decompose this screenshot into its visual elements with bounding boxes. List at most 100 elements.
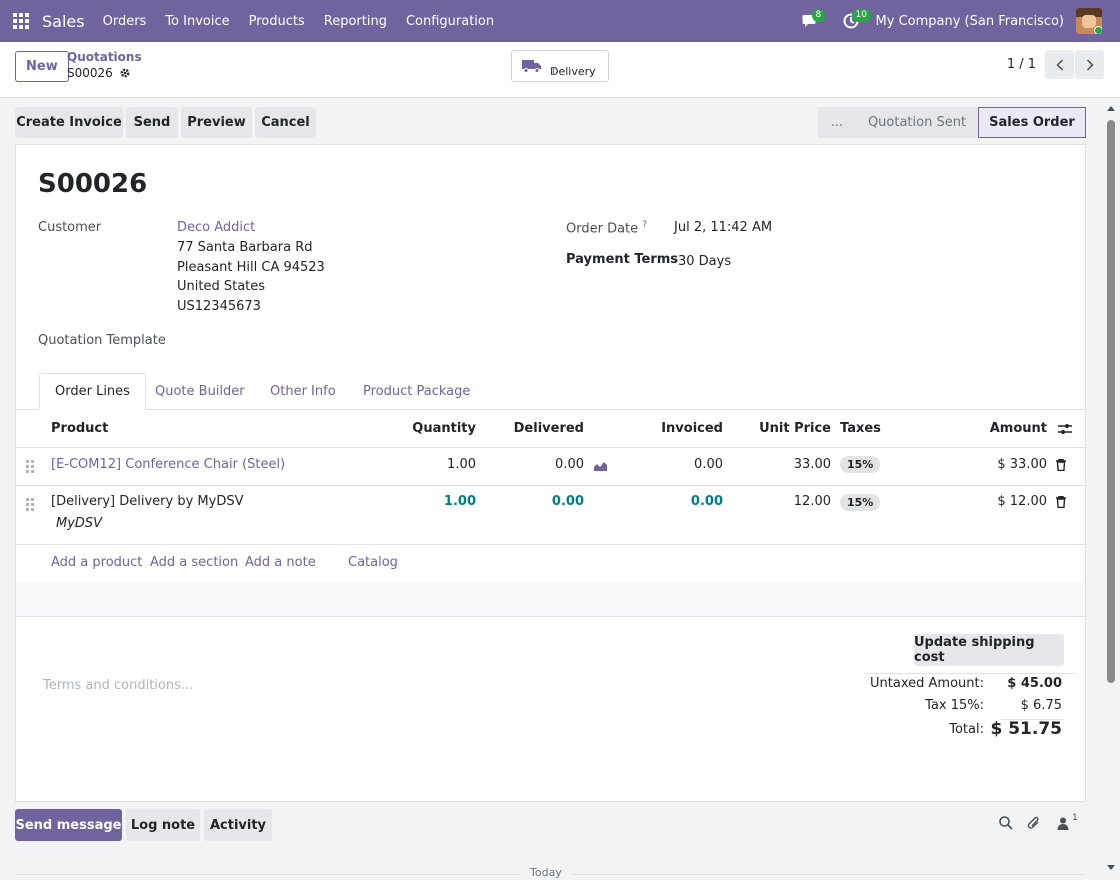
add-note-link[interactable]: Add a note xyxy=(245,555,316,570)
separator-line xyxy=(15,874,520,875)
column-settings-icon[interactable] xyxy=(1058,423,1072,435)
paperclip-icon[interactable] xyxy=(1027,816,1041,831)
total-label: Total: xyxy=(949,722,984,737)
menu-orders[interactable]: Orders xyxy=(103,14,147,29)
row-product[interactable]: [Delivery] Delivery by MyDSV xyxy=(51,494,243,509)
table-footer xyxy=(16,582,1085,617)
stage-quotation-sent[interactable]: Quotation Sent xyxy=(856,107,978,138)
add-product-link[interactable]: Add a product xyxy=(51,555,142,570)
page-scrollbar[interactable] xyxy=(1106,104,1116,876)
create-invoice-button[interactable]: Create Invoice xyxy=(15,107,123,138)
record-name: S00026 xyxy=(67,66,113,80)
stage-sales-order[interactable]: Sales Order xyxy=(978,107,1086,138)
col-quantity[interactable]: Quantity xyxy=(396,421,476,436)
row-product[interactable]: [E-COM12] Conference Chair (Steel) xyxy=(51,457,285,472)
app-name[interactable]: Sales xyxy=(42,12,85,31)
send-message-button[interactable]: Send message xyxy=(15,809,122,841)
messages-button[interactable]: 8 xyxy=(796,0,826,42)
tab-quote-builder[interactable]: Quote Builder xyxy=(140,373,260,410)
update-shipping-button[interactable]: Update shipping cost xyxy=(914,634,1064,666)
tab-product-package[interactable]: Product Package xyxy=(348,373,485,410)
activities-button[interactable]: 10 xyxy=(836,0,871,42)
payment-terms-value[interactable]: 30 Days xyxy=(678,254,731,269)
address-line-1: 77 Santa Barbara Rd xyxy=(177,240,313,255)
drag-handle-icon[interactable] xyxy=(26,498,34,511)
apps-menu-icon[interactable] xyxy=(0,0,42,42)
tab-other-info[interactable]: Other Info xyxy=(255,373,351,410)
table-row[interactable]: [E-COM12] Conference Chair (Steel) 1.00 … xyxy=(16,448,1085,486)
col-delivered[interactable]: Delivered xyxy=(496,421,584,436)
tab-order-lines[interactable]: Order Lines xyxy=(39,373,146,410)
cancel-button[interactable]: Cancel xyxy=(255,107,316,138)
scroll-down-icon[interactable] xyxy=(1106,864,1116,872)
menu-products[interactable]: Products xyxy=(249,14,305,29)
trash-icon[interactable] xyxy=(1056,459,1066,471)
preview-button[interactable]: Preview xyxy=(181,107,252,138)
order-date-label: Order Date ? xyxy=(566,220,648,237)
quotation-template-input[interactable] xyxy=(177,331,517,353)
untaxed-label: Untaxed Amount: xyxy=(870,676,984,691)
activity-button[interactable]: Activity xyxy=(204,809,272,841)
order-date-value[interactable]: Jul 2, 11:42 AM xyxy=(674,220,772,235)
activities-badge: 10 xyxy=(851,9,871,22)
send-button[interactable]: Send xyxy=(126,107,178,138)
address-line-2: Pleasant Hill CA 94523 xyxy=(177,260,325,275)
truck-icon xyxy=(522,60,541,73)
company-switcher[interactable]: My Company (San Francisco) xyxy=(876,14,1064,29)
terms-input[interactable]: Terms and conditions... xyxy=(43,678,193,693)
tax-badge[interactable]: 15% xyxy=(840,456,881,473)
total-value: $ 51.75 xyxy=(990,719,1062,739)
pager-next-button[interactable] xyxy=(1075,50,1104,79)
customer-name-link[interactable]: Deco Addict xyxy=(177,220,255,235)
order-title: S00026 xyxy=(38,169,148,199)
followers-count: 1 xyxy=(1072,813,1078,823)
help-icon[interactable]: ? xyxy=(642,220,647,230)
status-more-button[interactable]: ... xyxy=(818,107,856,138)
followers-icon[interactable] xyxy=(1057,817,1069,830)
menu-reporting[interactable]: Reporting xyxy=(324,14,387,29)
col-taxes[interactable]: Taxes xyxy=(840,421,881,436)
drag-handle-icon[interactable] xyxy=(26,460,34,473)
menu-to-invoice[interactable]: To Invoice xyxy=(165,14,229,29)
search-icon[interactable] xyxy=(999,816,1013,830)
pager-previous-button[interactable] xyxy=(1045,50,1074,79)
tax-badge[interactable]: 15% xyxy=(840,494,881,511)
tax-value: $ 6.75 xyxy=(1020,698,1062,713)
scroll-up-icon[interactable] xyxy=(1106,104,1116,112)
user-avatar[interactable] xyxy=(1076,8,1102,34)
row-amount: $ 12.00 xyxy=(997,494,1047,509)
address-line-3: United States xyxy=(177,279,266,294)
table-row[interactable]: [Delivery] Delivery by MyDSV MyDSV 1.00 … xyxy=(16,486,1085,545)
menu-configuration[interactable]: Configuration xyxy=(406,14,494,29)
row-unit-price[interactable]: 12.00 xyxy=(746,494,831,509)
tax-label: Tax 15%: xyxy=(925,698,984,713)
status-bar: ... Quotation Sent Sales Order xyxy=(818,107,1086,138)
top-navbar: Sales Orders To Invoice Products Reporti… xyxy=(0,0,1120,42)
totals-divider xyxy=(864,673,1076,674)
row-quantity[interactable]: 1.00 xyxy=(396,494,476,509)
form-tabs: Order Lines Quote Builder Other Info Pro… xyxy=(16,373,1085,410)
col-invoiced[interactable]: Invoiced xyxy=(636,421,723,436)
pager-value[interactable]: 1 / 1 xyxy=(1007,57,1036,72)
messages-badge: 8 xyxy=(811,9,826,22)
row-description: MyDSV xyxy=(56,516,103,531)
col-unit-price[interactable]: Unit Price xyxy=(746,421,831,436)
row-unit-price[interactable]: 33.00 xyxy=(746,457,831,472)
delivery-smart-button[interactable]: Delivery 1 xyxy=(511,50,609,82)
col-product[interactable]: Product xyxy=(51,421,108,436)
log-note-button[interactable]: Log note xyxy=(126,809,200,841)
scroll-thumb[interactable] xyxy=(1107,120,1115,683)
catalog-link[interactable]: Catalog xyxy=(348,555,398,570)
gear-icon[interactable] xyxy=(119,67,131,79)
row-invoiced: 0.00 xyxy=(690,494,723,509)
breadcrumb-quotations[interactable]: Quotations xyxy=(67,50,142,64)
forecast-chart-icon[interactable] xyxy=(593,460,608,472)
col-amount[interactable]: Amount xyxy=(966,421,1047,436)
row-delivered: 0.00 xyxy=(555,457,584,472)
control-panel: New Quotations S00026 Delivery 1 1 / 1 xyxy=(0,42,1120,98)
add-section-link[interactable]: Add a section xyxy=(150,555,238,570)
trash-icon[interactable] xyxy=(1056,496,1066,508)
row-quantity[interactable]: 1.00 xyxy=(396,457,476,472)
chevron-right-icon xyxy=(1086,58,1094,71)
new-button[interactable]: New xyxy=(15,51,69,82)
